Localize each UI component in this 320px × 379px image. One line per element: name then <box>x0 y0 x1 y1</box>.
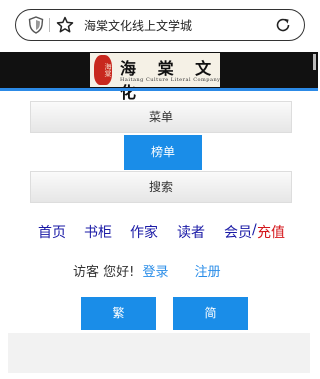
nav-home[interactable]: 首页 <box>38 222 66 242</box>
guest-greeting: 访客 您好! <box>73 265 135 280</box>
nav-member[interactable]: 会员 <box>224 222 252 242</box>
rank-button[interactable]: 榜单 <box>124 135 202 170</box>
shield-icon[interactable] <box>28 16 44 34</box>
search-button[interactable]: 搜索 <box>30 171 292 203</box>
address-bar[interactable]: 海棠文化线上文学城 <box>15 9 305 41</box>
main-nav: 首页 书柜 作家 读者 会员 / 充值 <box>0 222 318 242</box>
nav-readers[interactable]: 读者 <box>177 222 205 242</box>
site-logo[interactable]: 海棠 海 棠 文 化 Haitang Culture Literal Compa… <box>90 53 221 102</box>
nav-authors[interactable]: 作家 <box>130 222 158 242</box>
seal-icon: 海棠 <box>94 55 112 85</box>
star-icon[interactable] <box>56 16 74 34</box>
menu-button[interactable]: 菜单 <box>30 101 292 133</box>
nav-recharge[interactable]: 充值 <box>257 222 285 242</box>
toolbar-divider <box>49 18 50 32</box>
reload-icon[interactable] <box>274 16 292 34</box>
register-link[interactable]: 注册 <box>195 265 221 280</box>
traditional-chinese-button[interactable]: 繁 <box>81 297 156 330</box>
scroll-indicator <box>313 54 316 70</box>
banner-underline <box>0 88 318 91</box>
login-link[interactable]: 登录 <box>143 265 169 280</box>
logo-subtitle: Haitang Culture Literal Company <box>120 77 221 83</box>
simplified-chinese-button[interactable]: 简 <box>173 297 248 330</box>
guest-bar: 访客 您好! 登录 注册 <box>73 261 221 280</box>
nav-bookshelf[interactable]: 书柜 <box>84 222 112 242</box>
page-title: 海棠文化线上文学城 <box>84 19 193 33</box>
nav-separator: / <box>252 222 257 238</box>
footer-area <box>8 333 310 373</box>
browser-toolbar: 海棠文化线上文学城 <box>0 0 318 50</box>
